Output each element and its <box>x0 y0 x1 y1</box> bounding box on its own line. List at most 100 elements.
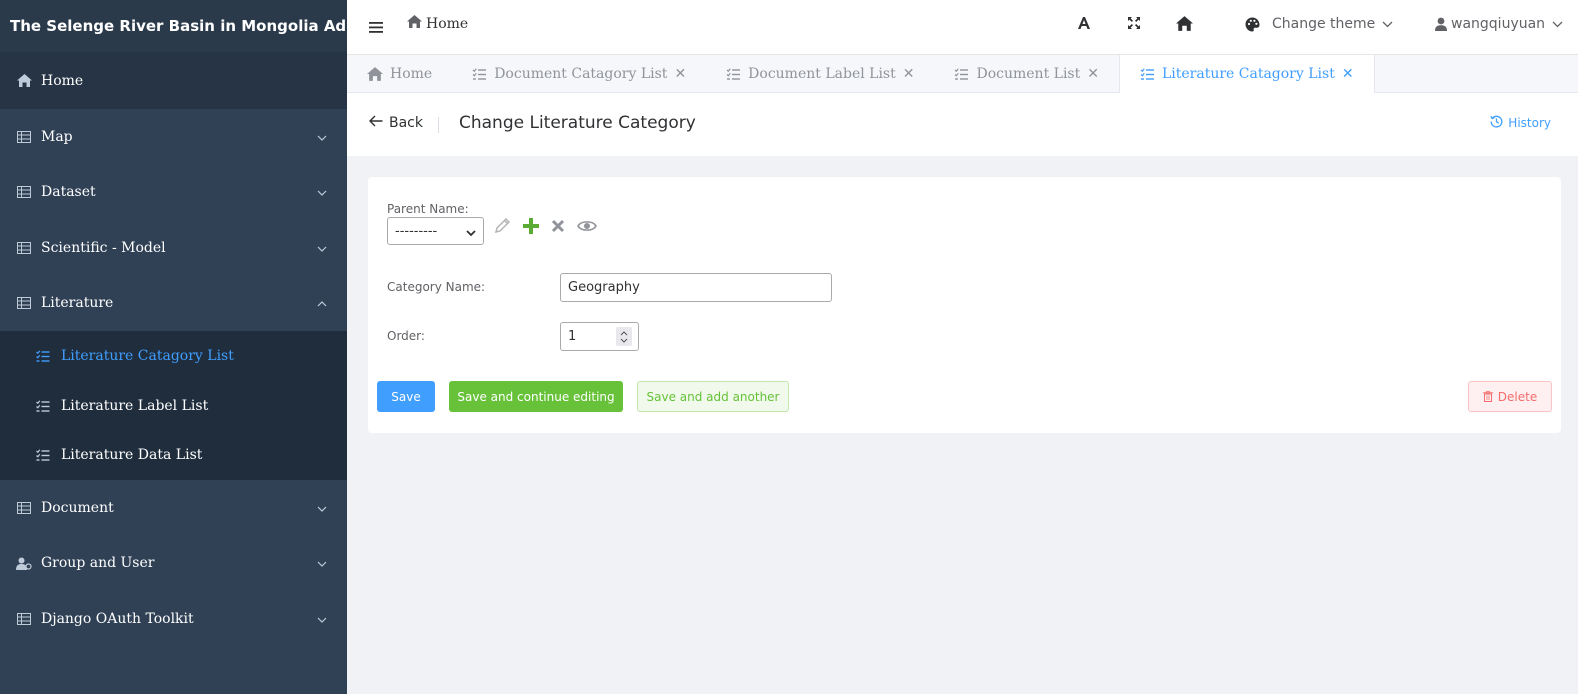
tab-document-label-list[interactable]: Document Label List ✕ <box>706 55 934 93</box>
close-icon[interactable]: ✕ <box>1087 66 1099 82</box>
list-check-icon <box>954 68 969 80</box>
list-check-icon <box>472 68 487 80</box>
chevron-up-icon[interactable] <box>620 330 628 336</box>
tab-literature-category-list[interactable]: Literature Catagory List ✕ <box>1118 55 1375 93</box>
hamburger-icon[interactable] <box>369 18 383 37</box>
order-label: Order: <box>387 329 425 343</box>
tab-bar: Home Document Catagory List ✕ Document L… <box>347 55 1578 93</box>
sidebar-subitem-literature-label-list[interactable]: Literature Label List <box>0 381 347 431</box>
page-header: Back Change Literature Category History <box>347 93 1578 156</box>
sidebar-item-document[interactable]: Document <box>0 480 347 536</box>
page-title: Change Literature Category <box>459 113 696 133</box>
sidebar-item-label: Home <box>41 72 84 89</box>
order-value: 1 <box>568 329 577 344</box>
tab-document-list[interactable]: Document List ✕ <box>934 55 1118 93</box>
sidebar-subitem-literature-data-list[interactable]: Literature Data List <box>0 430 347 480</box>
history-label: History <box>1508 116 1551 130</box>
sidebar-subitem-literature-category-list[interactable]: Literature Catagory List <box>0 331 347 381</box>
breadcrumb: Home <box>407 15 468 32</box>
top-header: Home Change theme wangqiuyuan <box>347 0 1578 55</box>
tab-label: Home <box>390 66 433 82</box>
sidebar-subitem-label: Literature Label List <box>61 397 209 414</box>
chevron-down-icon[interactable] <box>620 338 628 343</box>
category-name-label: Category Name: <box>387 280 486 294</box>
chevron-down-icon <box>317 500 327 516</box>
close-icon[interactable]: ✕ <box>903 66 915 82</box>
table-icon <box>16 240 32 256</box>
sidebar: The Selenge River Basin in Mongolia Admi… <box>0 0 378 694</box>
history-button[interactable]: History <box>1490 115 1551 131</box>
user-group-icon <box>16 555 32 571</box>
sidebar-item-label: Dataset <box>41 184 96 201</box>
sidebar-item-label: Map <box>41 128 73 145</box>
delete-icon[interactable] <box>551 219 565 233</box>
order-stepper[interactable] <box>616 327 632 346</box>
chevron-down-icon <box>466 226 476 241</box>
list-check-icon <box>36 448 51 462</box>
table-icon <box>16 129 32 145</box>
history-icon <box>1490 115 1503 131</box>
tab-home[interactable]: Home <box>347 55 452 93</box>
sidebar-item-home[interactable]: Home <box>0 52 347 109</box>
category-name-value: Geography <box>568 280 640 295</box>
change-theme-label: Change theme <box>1272 16 1376 32</box>
close-icon[interactable]: ✕ <box>1342 66 1354 82</box>
save-add-another-button[interactable]: Save and add another <box>637 381 789 412</box>
tab-label: Literature Catagory List <box>1161 66 1335 82</box>
chevron-down-icon <box>317 240 327 256</box>
sidebar-subitem-label: Literature Catagory List <box>61 347 234 364</box>
order-input[interactable]: 1 <box>560 322 639 351</box>
sidebar-item-label: Scientific - Model <box>41 239 166 256</box>
list-check-icon <box>726 68 741 80</box>
user-icon <box>1435 17 1447 31</box>
sidebar-subitem-label: Literature Data List <box>61 447 203 464</box>
literature-submenu: Literature Catagory List Literature Labe… <box>0 331 347 481</box>
sidebar-item-scientific-model[interactable]: Scientific - Model <box>0 220 347 276</box>
sidebar-item-literature[interactable]: Literature <box>0 276 347 332</box>
app-title: The Selenge River Basin in Mongolia Admi… <box>10 17 378 35</box>
home-icon <box>407 15 422 32</box>
sidebar-item-label: Django OAuth Toolkit <box>41 610 194 627</box>
chevron-down-icon <box>317 129 327 145</box>
sidebar-item-map[interactable]: Map <box>0 109 347 165</box>
breadcrumb-home[interactable]: Home <box>426 16 468 32</box>
home-icon <box>16 73 32 89</box>
user-menu[interactable]: wangqiuyuan <box>1435 16 1563 32</box>
chevron-up-icon <box>317 295 327 311</box>
eye-icon[interactable] <box>577 219 597 233</box>
table-icon <box>16 295 32 311</box>
tab-document-category-list[interactable]: Document Catagory List ✕ <box>452 55 706 93</box>
pencil-icon[interactable] <box>494 217 511 234</box>
parent-name-select[interactable]: --------- <box>387 217 484 245</box>
change-theme-button[interactable]: Change theme <box>1245 16 1393 32</box>
parent-name-label: Parent Name: <box>387 202 469 216</box>
sidebar-item-django-oauth-toolkit[interactable]: Django OAuth Toolkit <box>0 591 347 647</box>
category-name-input[interactable]: Geography <box>560 273 832 302</box>
close-icon[interactable]: ✕ <box>674 66 686 82</box>
tab-label: Document Catagory List <box>494 66 668 82</box>
save-button[interactable]: Save <box>377 381 435 412</box>
home-icon[interactable] <box>1176 16 1193 31</box>
back-label: Back <box>389 115 423 131</box>
list-check-icon <box>1140 68 1155 80</box>
table-icon <box>16 184 32 200</box>
add-icon[interactable] <box>523 217 539 234</box>
sidebar-item-label: Document <box>41 499 114 516</box>
table-icon <box>16 500 32 516</box>
delete-button[interactable]: Delete <box>1468 381 1552 412</box>
username: wangqiuyuan <box>1451 16 1546 32</box>
sidebar-item-label: Group and User <box>41 555 155 572</box>
related-actions <box>494 217 609 234</box>
chevron-down-icon <box>317 184 327 200</box>
font-size-icon[interactable] <box>1077 16 1091 30</box>
sidebar-item-dataset[interactable]: Dataset <box>0 165 347 221</box>
palette-icon <box>1245 17 1260 32</box>
save-continue-button[interactable]: Save and continue editing <box>449 381 623 412</box>
logo-bar: The Selenge River Basin in Mongolia Admi… <box>0 0 378 52</box>
parent-name-value: --------- <box>395 223 438 239</box>
sidebar-item-group-and-user[interactable]: Group and User <box>0 536 347 592</box>
fullscreen-icon[interactable] <box>1127 16 1141 30</box>
delete-label: Delete <box>1497 389 1538 404</box>
back-button[interactable]: Back <box>369 115 423 131</box>
chevron-down-icon <box>1552 21 1563 28</box>
